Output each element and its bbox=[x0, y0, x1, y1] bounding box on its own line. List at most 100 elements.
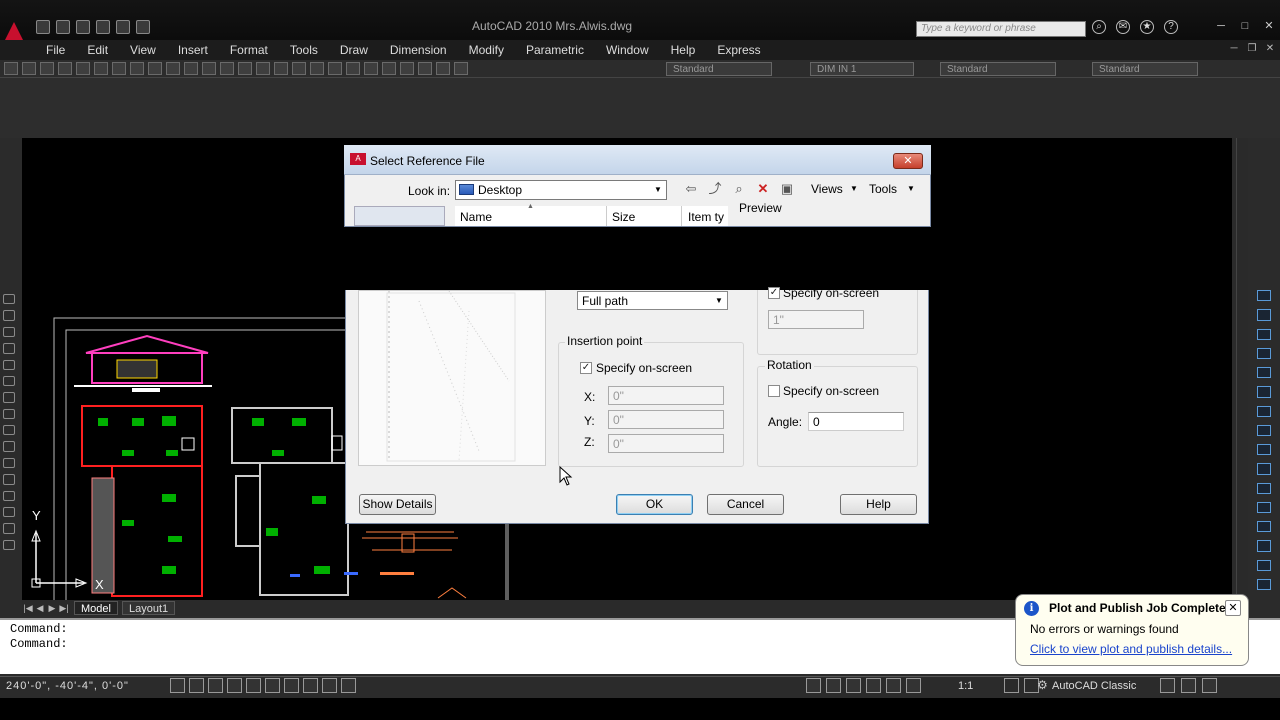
save-icon[interactable] bbox=[76, 20, 90, 34]
mtext-tool-icon[interactable] bbox=[3, 539, 15, 550]
tools-chevron-down-icon[interactable]: ▼ bbox=[907, 184, 915, 193]
offset-tool-icon[interactable] bbox=[1257, 347, 1271, 359]
table-tool-icon[interactable] bbox=[3, 523, 15, 534]
annotation-scale[interactable]: 1:1 bbox=[958, 680, 973, 692]
help-icon[interactable]: ? bbox=[1164, 20, 1178, 34]
rotate-tool-icon[interactable] bbox=[1257, 405, 1271, 417]
column-header-size[interactable]: Size bbox=[607, 206, 682, 226]
open-file-icon[interactable] bbox=[56, 20, 70, 34]
open-icon[interactable] bbox=[22, 62, 36, 75]
tool-palettes-icon[interactable] bbox=[364, 62, 378, 75]
block-editor-icon[interactable] bbox=[202, 62, 216, 75]
dyn-toggle-icon[interactable] bbox=[303, 678, 318, 693]
otrack-toggle-icon[interactable] bbox=[265, 678, 280, 693]
up-folder-icon[interactable]: ⤴ bbox=[707, 181, 723, 197]
show-details-button[interactable]: Show Details bbox=[359, 494, 436, 515]
plot-tray-icon[interactable] bbox=[1181, 678, 1196, 693]
menu-format[interactable]: Format bbox=[230, 43, 268, 57]
polygon-tool-icon[interactable] bbox=[3, 326, 15, 338]
menu-insert[interactable]: Insert bbox=[178, 43, 208, 57]
tab-layout1[interactable]: Layout1 bbox=[121, 601, 176, 615]
paste-icon[interactable] bbox=[166, 62, 180, 75]
quick-view-layouts-icon[interactable] bbox=[826, 678, 841, 693]
help-search-input[interactable]: Type a keyword or phrase bbox=[916, 21, 1086, 37]
communication-center-icon[interactable]: ✉ bbox=[1116, 20, 1130, 34]
redo-icon[interactable] bbox=[116, 20, 130, 34]
back-arrow-icon[interactable]: ⇦ bbox=[683, 181, 699, 197]
publish-icon[interactable] bbox=[94, 62, 108, 75]
quick-properties-toggle-icon[interactable] bbox=[341, 678, 356, 693]
insert-block-icon[interactable] bbox=[3, 441, 15, 452]
markup-icon[interactable] bbox=[400, 62, 414, 75]
menu-draw[interactable]: Draw bbox=[340, 43, 368, 57]
new-file-icon[interactable] bbox=[36, 20, 50, 34]
redo-toolbar-icon[interactable] bbox=[238, 62, 252, 75]
insertion-specify-checkbox[interactable]: ✓ bbox=[580, 362, 592, 374]
array-tool-icon[interactable] bbox=[1257, 367, 1271, 379]
chamfer-tool-icon[interactable] bbox=[1257, 540, 1271, 552]
spline-tool-icon[interactable] bbox=[3, 408, 15, 419]
copy-tool-icon[interactable] bbox=[1257, 309, 1271, 321]
menu-express[interactable]: Express bbox=[717, 43, 760, 57]
table-style-select[interactable]: Standard bbox=[940, 62, 1056, 76]
menu-help[interactable]: Help bbox=[671, 43, 696, 57]
menu-tools[interactable]: Tools bbox=[290, 43, 318, 57]
help-button[interactable]: Help bbox=[840, 494, 917, 515]
dim-style-select[interactable]: DIM IN 1 bbox=[810, 62, 914, 76]
favorites-star-icon[interactable]: ★ bbox=[1140, 20, 1154, 34]
cursor-coordinates[interactable]: 240'-0", -40'-4", 0'-0" bbox=[6, 680, 129, 692]
plot-preview-icon[interactable] bbox=[76, 62, 90, 75]
doc-close-icon[interactable]: ✕ bbox=[1264, 42, 1276, 56]
x-field[interactable]: 0" bbox=[608, 386, 724, 405]
cut-icon[interactable] bbox=[130, 62, 144, 75]
command-prompt-line[interactable]: Command: bbox=[10, 637, 68, 651]
annotation-visibility-icon[interactable] bbox=[1004, 678, 1019, 693]
zoom-realtime-icon[interactable] bbox=[274, 62, 288, 75]
stretch-tool-icon[interactable] bbox=[1257, 444, 1271, 456]
undo-icon[interactable] bbox=[96, 20, 110, 34]
y-field[interactable]: 0" bbox=[608, 410, 724, 429]
tab-model[interactable]: Model bbox=[74, 601, 118, 615]
copy-icon[interactable] bbox=[148, 62, 162, 75]
sheet-set-icon[interactable] bbox=[382, 62, 396, 75]
lineweight-toggle-icon[interactable] bbox=[322, 678, 337, 693]
mirror-tool-icon[interactable] bbox=[1257, 328, 1271, 340]
trim-tool-icon[interactable] bbox=[1257, 463, 1271, 475]
next-tab-arrow-icon[interactable]: ▶ bbox=[46, 603, 58, 614]
angle-field[interactable]: 0 bbox=[808, 412, 904, 431]
move-tool-icon[interactable] bbox=[1257, 386, 1271, 398]
explode-tool-icon[interactable] bbox=[1257, 578, 1271, 590]
break-tool-icon[interactable] bbox=[1257, 501, 1271, 513]
ortho-toggle-icon[interactable] bbox=[208, 678, 223, 693]
scale-specify-checkbox[interactable]: ✓ bbox=[768, 287, 780, 299]
look-in-select[interactable]: Desktop bbox=[455, 180, 667, 200]
line-tool-icon[interactable] bbox=[3, 294, 15, 305]
make-block-icon[interactable] bbox=[3, 457, 15, 469]
minimize-icon[interactable]: ─ bbox=[1212, 18, 1230, 34]
views-chevron-down-icon[interactable]: ▼ bbox=[850, 184, 858, 193]
undo-toolbar-icon[interactable] bbox=[220, 62, 234, 75]
grid-toggle-icon[interactable] bbox=[189, 678, 204, 693]
views-menu[interactable]: Views bbox=[811, 182, 843, 196]
places-list[interactable] bbox=[354, 206, 445, 226]
point-tool-icon[interactable] bbox=[3, 474, 15, 485]
prev-tab-arrow-icon[interactable]: ◀ bbox=[34, 603, 46, 614]
notification-close-icon[interactable]: ✕ bbox=[1225, 600, 1241, 616]
zoom-status-icon[interactable] bbox=[866, 678, 881, 693]
doc-restore-icon[interactable]: ❐ bbox=[1246, 42, 1258, 56]
fillet-tool-icon[interactable] bbox=[1257, 559, 1271, 571]
last-tab-arrow-icon[interactable]: ▶| bbox=[58, 603, 70, 614]
ducs-toggle-icon[interactable] bbox=[284, 678, 299, 693]
new-folder-icon[interactable]: ▣ bbox=[779, 181, 795, 197]
menu-window[interactable]: Window bbox=[606, 43, 649, 57]
showmotion-icon[interactable] bbox=[906, 678, 921, 693]
first-tab-arrow-icon[interactable]: |◀ bbox=[22, 603, 34, 614]
menu-modify[interactable]: Modify bbox=[469, 43, 504, 57]
rectangle-tool-icon[interactable] bbox=[3, 343, 15, 354]
steering-wheel-icon[interactable] bbox=[886, 678, 901, 693]
circle-tool-icon[interactable] bbox=[3, 375, 15, 387]
pan-icon[interactable] bbox=[256, 62, 270, 75]
properties-icon[interactable] bbox=[328, 62, 342, 75]
menu-parametric[interactable]: Parametric bbox=[526, 43, 584, 57]
lock-icon[interactable] bbox=[1160, 678, 1175, 693]
